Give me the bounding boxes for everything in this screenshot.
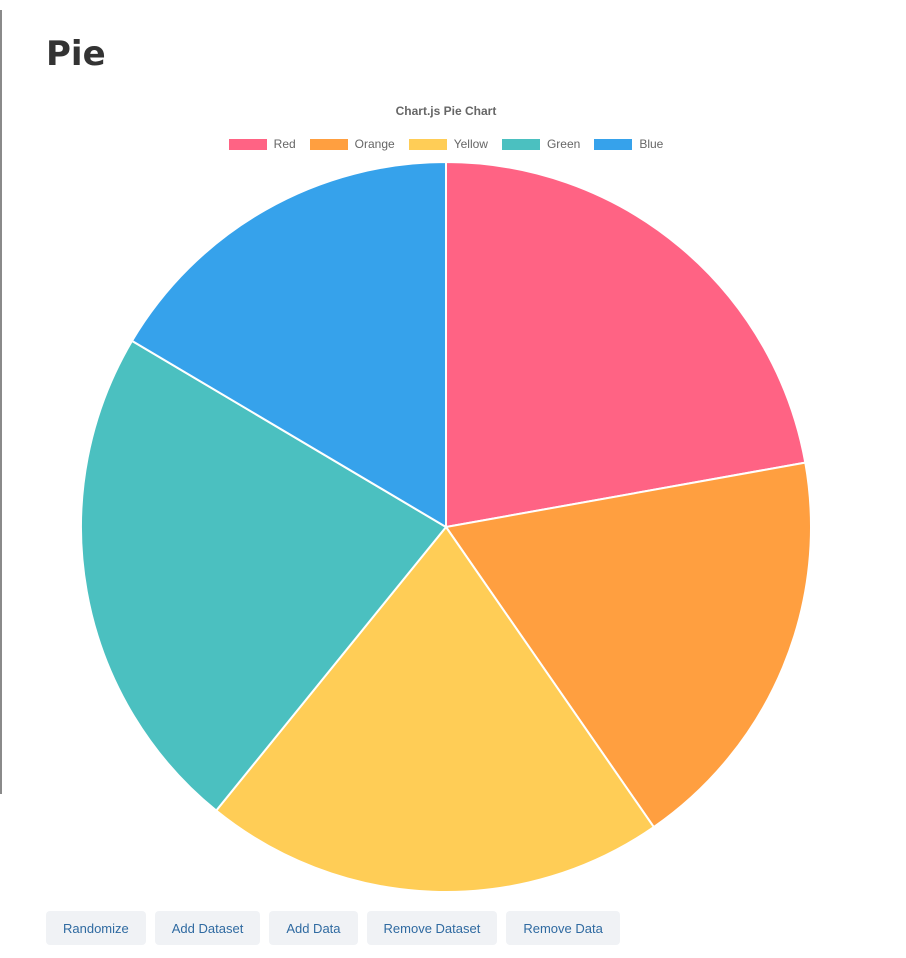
button-bar: Randomize Add Dataset Add Data Remove Da… [46,911,629,945]
add-data-button[interactable]: Add Data [269,911,358,945]
randomize-button[interactable]: Randomize [46,911,146,945]
remove-dataset-button[interactable]: Remove Dataset [366,911,498,945]
pie-chart[interactable] [0,0,906,958]
add-dataset-button[interactable]: Add Dataset [154,911,261,945]
remove-data-button[interactable]: Remove Data [506,911,620,945]
